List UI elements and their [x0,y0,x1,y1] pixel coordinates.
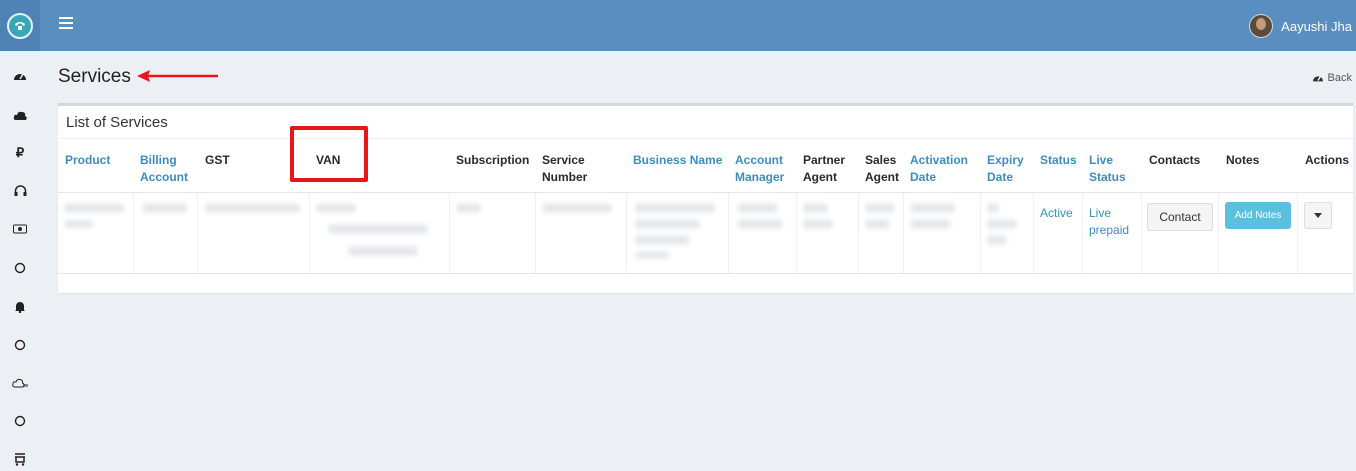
redacted-cell [635,235,690,245]
redacted-cell [64,203,124,213]
live-status-value: Live prepaid [1089,206,1130,237]
redacted-cell [803,203,828,213]
redacted-cell [348,246,418,256]
column-header-activation-date[interactable]: Activation Date [910,152,980,186]
redacted-cell [738,219,783,229]
redacted-cell [542,203,612,213]
divider [1033,193,1034,273]
dashboard-icon[interactable] [10,66,30,86]
top-navbar: Aayushi Jha [0,0,1356,51]
column-header-billing-account[interactable]: Billing Account [140,152,200,186]
rupee-icon[interactable]: ₽ [10,143,30,163]
divider [626,193,627,273]
column-header-contacts: Contacts [1149,153,1201,167]
redacted-cell [635,203,715,213]
column-header-sales-agent: Sales Agent [865,153,899,184]
redacted-cell [865,203,895,213]
column-header-subscription: Subscription [456,153,530,167]
services-panel: List of Services Product Billing Account… [58,103,1353,293]
redacted-cell [456,203,481,213]
redacted-cell [803,219,833,229]
divider [133,193,134,273]
divider [728,193,729,273]
phone-logo-icon [7,12,33,39]
redacted-cell [316,203,356,213]
redacted-cell [910,219,950,229]
back-label: Back [1327,72,1352,84]
divider [58,138,1353,139]
circle-icon[interactable] [10,258,30,278]
redacted-cell [205,203,300,213]
actions-dropdown-button[interactable] [1304,202,1332,229]
cloud-plug-icon[interactable] [10,373,30,393]
column-header-status[interactable]: Status [1040,152,1077,169]
app-logo[interactable] [0,0,40,51]
camera-icon[interactable] [10,219,30,239]
redacted-cell [987,203,999,213]
redacted-cell [64,220,94,228]
redacted-cell [865,219,890,229]
divider [1082,193,1083,273]
user-menu[interactable]: Aayushi Jha [1249,14,1352,38]
divider [903,193,904,273]
column-header-account-manager[interactable]: Account Manager [735,152,795,186]
redacted-cell [987,219,1017,229]
redacted-cell [142,203,187,213]
column-header-service-number: Service Number [542,153,588,184]
column-header-expiry-date[interactable]: Expiry Date [987,152,1032,186]
divider [535,193,536,273]
column-header-partner-agent: Partner Agent [803,153,846,184]
redacted-cell [910,203,955,213]
divider [197,193,198,273]
user-name: Aayushi Jha [1281,18,1352,34]
column-header-notes: Notes [1226,153,1260,167]
column-header-product[interactable]: Product [65,152,110,169]
redacted-cell [738,203,778,213]
panel-title: List of Services [66,114,168,131]
status-value: Active [1040,206,1073,220]
sidebar: ₽ [0,51,40,471]
redacted-cell [635,251,670,259]
redacted-cell [635,219,700,229]
add-notes-button[interactable]: Add Notes [1225,202,1291,229]
column-header-live-status[interactable]: Live Status [1089,152,1129,186]
caret-down-icon [1314,213,1322,218]
circle-icon[interactable] [10,335,30,355]
column-header-gst: GST [205,153,230,167]
annotation-arrow-icon [137,70,218,82]
contact-button[interactable]: Contact [1147,203,1213,231]
bell-icon[interactable] [10,296,30,316]
circle-icon[interactable] [10,411,30,431]
divider [1218,193,1219,273]
divider [58,192,1353,193]
cart-icon[interactable] [10,449,30,469]
dashboard-icon [1312,76,1323,82]
menu-toggle-icon[interactable] [59,17,73,30]
divider [1297,193,1298,273]
divider [858,193,859,273]
headset-icon[interactable] [10,181,30,201]
page-title: Services [58,66,131,87]
redacted-cell [328,224,428,234]
back-link[interactable]: Back [1312,72,1352,84]
annotation-highlight-box [290,126,368,182]
column-header-actions: Actions [1305,153,1350,167]
cloud-icon[interactable] [10,105,30,125]
divider [796,193,797,273]
divider [980,193,981,273]
avatar [1249,14,1274,38]
redacted-cell [987,235,1007,245]
divider [1141,193,1142,273]
divider [58,273,1353,274]
divider [309,193,310,273]
divider [449,193,450,273]
column-header-business-name[interactable]: Business Name [633,152,722,169]
